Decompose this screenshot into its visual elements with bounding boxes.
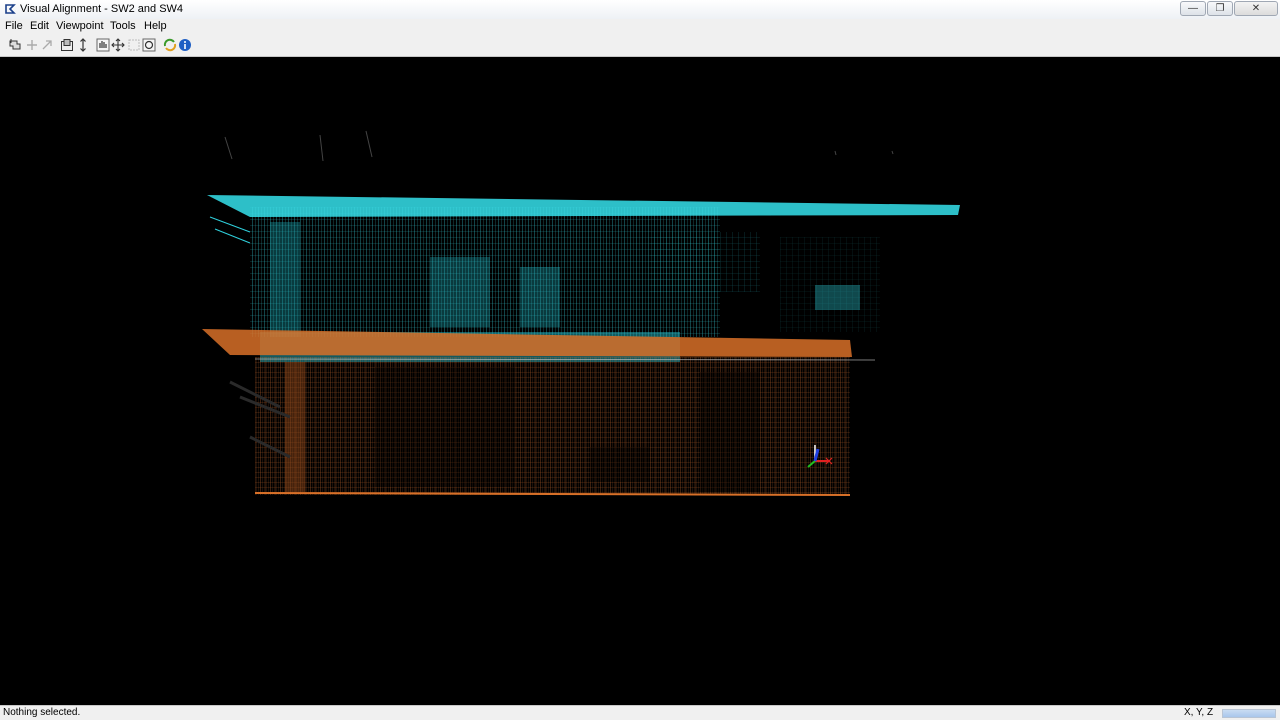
restore-button[interactable]: ❐ [1207, 1, 1233, 16]
pan-hand-icon [96, 38, 110, 52]
move-arrows-icon [111, 38, 125, 52]
menu-viewpoint[interactable]: Viewpoint [53, 20, 107, 32]
window-controls: — ❐ ✕ [1180, 1, 1278, 17]
remove-point-button[interactable] [40, 38, 54, 52]
minimize-icon: — [1188, 2, 1198, 14]
minimize-button[interactable]: — [1180, 1, 1206, 16]
status-bar: Nothing selected. X, Y, Z [0, 705, 1280, 720]
remove-point-icon [42, 40, 52, 50]
move-arrows-button[interactable] [111, 38, 125, 52]
menu-bar: File Edit Viewpoint Tools Help [0, 19, 1280, 35]
close-button[interactable]: ✕ [1234, 1, 1278, 16]
info-icon [179, 39, 191, 51]
orange-point-cloud [202, 329, 876, 496]
window-title: Visual Alignment - SW2 and SW4 [20, 3, 184, 15]
point-cloud-viewport[interactable] [0, 57, 1280, 705]
add-point-icon [27, 40, 37, 50]
progress-fill [1223, 710, 1275, 717]
refresh-alignment-icon [163, 38, 177, 52]
vertical-axis-button[interactable] [76, 38, 90, 52]
point-cloud-scene [202, 130, 960, 496]
rotate-view-button[interactable] [142, 38, 156, 52]
progress-bar [1222, 709, 1276, 718]
pan-hand-button[interactable] [96, 38, 110, 52]
info-button[interactable] [178, 38, 192, 52]
fit-view-button[interactable] [60, 38, 74, 52]
fit-view-icon [61, 39, 73, 51]
menu-edit[interactable]: Edit [27, 20, 52, 32]
scan-noise [224, 130, 894, 162]
app-logo-icon [4, 3, 16, 15]
zoom-region-icon [128, 39, 140, 51]
restore-icon: ❐ [1215, 2, 1225, 14]
select-tool-icon [9, 39, 21, 50]
title-bar[interactable]: Visual Alignment - SW2 and SW4 — ❐ ✕ [0, 0, 1280, 20]
menu-file[interactable]: File [2, 20, 26, 32]
zoom-region-button[interactable] [127, 38, 141, 52]
add-point-button[interactable] [25, 38, 39, 52]
menu-tools[interactable]: Tools [107, 20, 139, 32]
menu-help[interactable]: Help [141, 20, 170, 32]
rotate-view-icon [142, 38, 156, 52]
status-message: Nothing selected. [3, 707, 81, 718]
refresh-alignment-button[interactable] [163, 38, 177, 52]
select-tool-button[interactable] [8, 38, 22, 52]
coordinates-label: X, Y, Z [1184, 707, 1214, 718]
close-icon: ✕ [1251, 2, 1261, 14]
vertical-axis-icon [80, 38, 86, 52]
toolbar [0, 35, 1280, 57]
